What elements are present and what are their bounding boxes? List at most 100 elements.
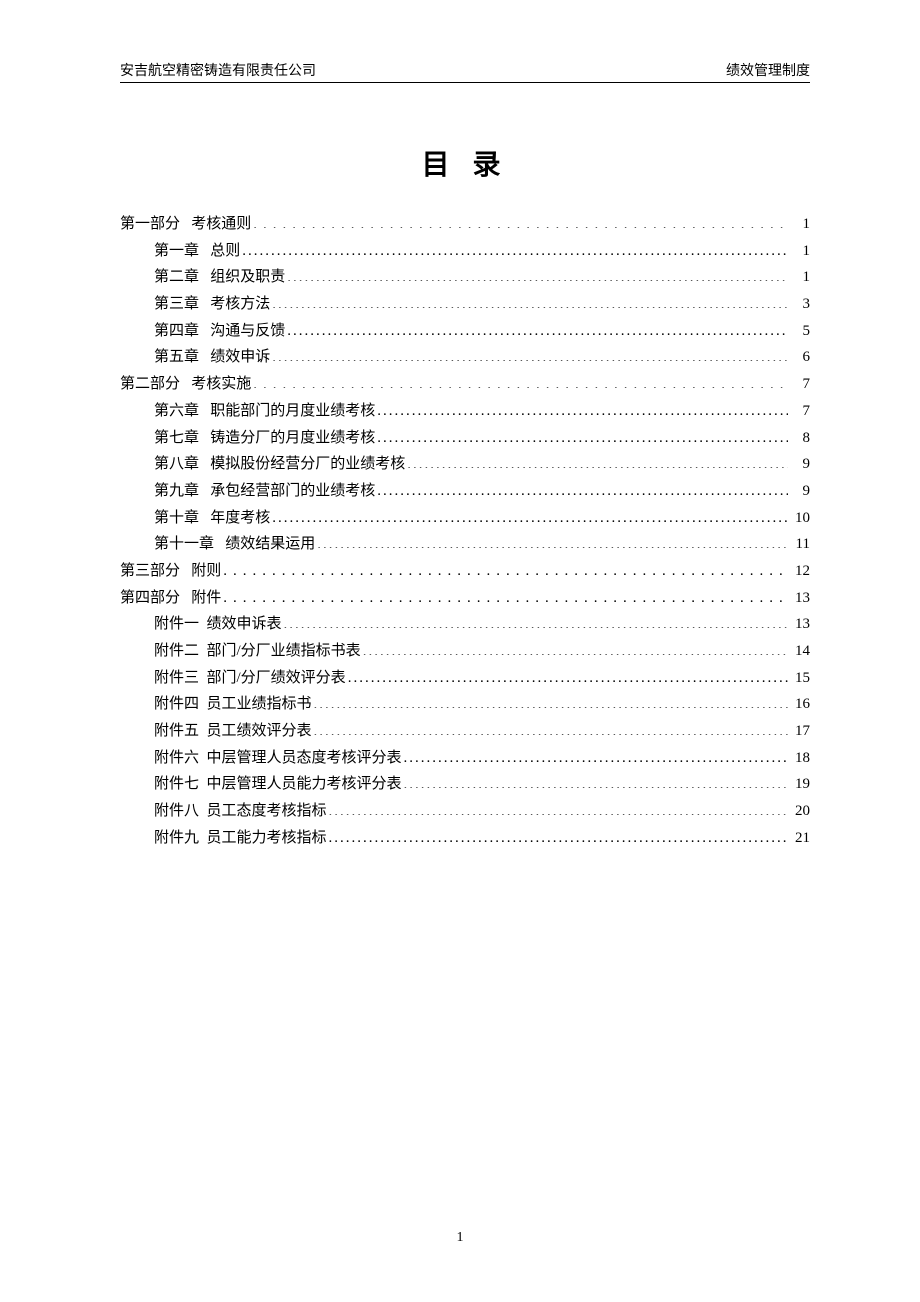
toc-entry-number: 附件八 bbox=[154, 798, 199, 825]
toc-entry-text: 部门/分厂绩效评分表 bbox=[207, 670, 346, 686]
toc-entry-number: 附件五 bbox=[154, 718, 199, 745]
toc-entry-text: 部门/分厂业绩指标书表 bbox=[207, 643, 361, 659]
toc-entry-label: 附件九 员工能力考核指标 bbox=[154, 825, 327, 852]
toc-entry-number: 第一部分 bbox=[120, 211, 180, 238]
toc-entry-text: 员工能力考核指标 bbox=[207, 830, 327, 846]
toc-entry-number: 第四部分 bbox=[120, 585, 180, 612]
toc-entry-page: 21 bbox=[790, 825, 810, 852]
toc-entry-page: 17 bbox=[790, 718, 810, 745]
toc-leader-dots bbox=[242, 238, 788, 255]
toc-entry: 附件三 部门/分厂绩效评分表15 bbox=[120, 665, 810, 692]
toc-entry: 第十章 年度考核10 bbox=[120, 505, 810, 532]
toc-entry-number: 附件二 bbox=[154, 638, 199, 665]
toc-entry-page: 19 bbox=[790, 771, 810, 798]
toc-entry-page: 15 bbox=[790, 665, 810, 692]
toc-entry-text: 绩效申诉 bbox=[210, 349, 270, 365]
toc-entry-number: 第二章 bbox=[154, 264, 199, 291]
toc-entry-page: 9 bbox=[790, 478, 810, 505]
table-of-contents: 第一部分 考核通则1第一章 总则1第二章 组织及职责1第三章 考核方法3第四章 … bbox=[120, 211, 810, 852]
toc-entry-number: 第四章 bbox=[154, 318, 199, 345]
toc-leader-dots bbox=[287, 318, 788, 335]
toc-leader-dots bbox=[284, 612, 788, 629]
toc-entry: 第九章 承包经营部门的业绩考核9 bbox=[120, 478, 810, 505]
toc-entry-number: 附件一 bbox=[154, 611, 199, 638]
toc-entry-label: 附件八 员工态度考核指标 bbox=[154, 798, 327, 825]
toc-entry: 第三部分 附则12 bbox=[120, 558, 810, 585]
toc-entry: 第二章 组织及职责 1 bbox=[120, 264, 810, 291]
toc-entry-label: 第二章 组织及职责 bbox=[154, 264, 285, 291]
toc-entry-number: 附件六 bbox=[154, 745, 199, 772]
toc-entry-text: 绩效结果运用 bbox=[225, 536, 315, 552]
toc-entry-text: 模拟股份经营分厂的业绩考核 bbox=[210, 456, 405, 472]
toc-entry-text: 员工业绩指标书 bbox=[207, 696, 312, 712]
toc-entry-number: 附件七 bbox=[154, 771, 199, 798]
toc-entry: 第七章 铸造分厂的月度业绩考核8 bbox=[120, 425, 810, 452]
toc-entry: 第四章 沟通与反馈5 bbox=[120, 318, 810, 345]
toc-entry-page: 3 bbox=[790, 291, 810, 318]
toc-entry-number: 第三章 bbox=[154, 291, 199, 318]
toc-entry-text: 中层管理人员能力考核评分表 bbox=[207, 776, 402, 792]
toc-entry-page: 6 bbox=[790, 344, 810, 371]
header-left: 安吉航空精密铸造有限责任公司 bbox=[120, 60, 316, 80]
header-right: 绩效管理制度 bbox=[726, 60, 810, 80]
toc-entry-label: 第八章 模拟股份经营分厂的业绩考核 bbox=[154, 451, 405, 478]
toc-entry-text: 中层管理人员态度考核评分表 bbox=[207, 750, 402, 766]
toc-entry-text: 考核方法 bbox=[210, 296, 270, 312]
toc-leader-dots bbox=[404, 745, 788, 762]
toc-entry: 第一部分 考核通则 1 bbox=[120, 211, 810, 238]
toc-entry-page: 14 bbox=[790, 638, 810, 665]
toc-entry-text: 绩效申诉表 bbox=[207, 616, 282, 632]
toc-leader-dots bbox=[314, 692, 788, 709]
toc-leader-dots bbox=[272, 505, 788, 522]
toc-entry: 第五章 绩效申诉6 bbox=[120, 344, 810, 371]
toc-entry-page: 20 bbox=[790, 798, 810, 825]
toc-entry-page: 13 bbox=[790, 585, 810, 612]
toc-entry-number: 附件九 bbox=[154, 825, 199, 852]
toc-entry-label: 第四章 沟通与反馈 bbox=[154, 318, 285, 345]
toc-entry-page: 1 bbox=[790, 264, 810, 291]
page-header: 安吉航空精密铸造有限责任公司 绩效管理制度 bbox=[120, 60, 810, 83]
toc-leader-dots bbox=[377, 478, 788, 495]
toc-entry: 第三章 考核方法 3 bbox=[120, 291, 810, 318]
toc-entry: 第十一章 绩效结果运用 11 bbox=[120, 531, 810, 558]
toc-entry-text: 组织及职责 bbox=[210, 269, 285, 285]
toc-entry-label: 第二部分 考核实施 bbox=[120, 371, 251, 398]
toc-entry-number: 第七章 bbox=[154, 425, 199, 452]
toc-title: 目 录 bbox=[120, 143, 810, 183]
toc-entry-label: 第四部分 附件 bbox=[120, 585, 221, 612]
toc-entry-label: 第一章 总则 bbox=[154, 238, 240, 265]
toc-entry: 第四部分 附件 13 bbox=[120, 585, 810, 612]
toc-entry-text: 承包经营部门的业绩考核 bbox=[210, 483, 375, 499]
page-footer: 1 bbox=[0, 1230, 920, 1246]
toc-entry-page: 18 bbox=[790, 745, 810, 772]
toc-entry-number: 第八章 bbox=[154, 451, 199, 478]
toc-entry-label: 第十章 年度考核 bbox=[154, 505, 270, 532]
toc-entry-number: 第十一章 bbox=[154, 531, 214, 558]
toc-entry-page: 1 bbox=[790, 211, 810, 238]
toc-entry-page: 8 bbox=[790, 425, 810, 452]
toc-entry-page: 1 bbox=[790, 238, 810, 265]
toc-entry-text: 考核通则 bbox=[191, 216, 251, 232]
toc-leader-dots bbox=[223, 585, 788, 602]
toc-entry-label: 附件二 部门/分厂业绩指标书表 bbox=[154, 638, 361, 665]
toc-entry-label: 附件七 中层管理人员能力考核评分表 bbox=[154, 771, 402, 798]
toc-entry-label: 第三部分 附则 bbox=[120, 558, 221, 585]
toc-entry-number: 附件四 bbox=[154, 691, 199, 718]
toc-leader-dots bbox=[329, 799, 788, 816]
toc-entry-text: 职能部门的月度业绩考核 bbox=[210, 403, 375, 419]
toc-entry-label: 附件四 员工业绩指标书 bbox=[154, 691, 312, 718]
toc-entry-text: 附件 bbox=[191, 590, 221, 606]
toc-entry-text: 考核实施 bbox=[191, 376, 251, 392]
toc-entry-page: 11 bbox=[790, 531, 810, 558]
toc-entry: 附件二 部门/分厂业绩指标书表 14 bbox=[120, 638, 810, 665]
toc-entry: 附件九 员工能力考核指标 21 bbox=[120, 825, 810, 852]
toc-entry-page: 7 bbox=[790, 398, 810, 425]
toc-entry-number: 第一章 bbox=[154, 238, 199, 265]
toc-entry: 附件六 中层管理人员态度考核评分表 18 bbox=[120, 745, 810, 772]
toc-leader-dots bbox=[407, 452, 788, 469]
toc-leader-dots bbox=[329, 825, 788, 842]
toc-leader-dots bbox=[287, 265, 788, 282]
toc-entry-page: 9 bbox=[790, 451, 810, 478]
toc-entry-page: 16 bbox=[790, 691, 810, 718]
toc-leader-dots bbox=[223, 558, 788, 575]
